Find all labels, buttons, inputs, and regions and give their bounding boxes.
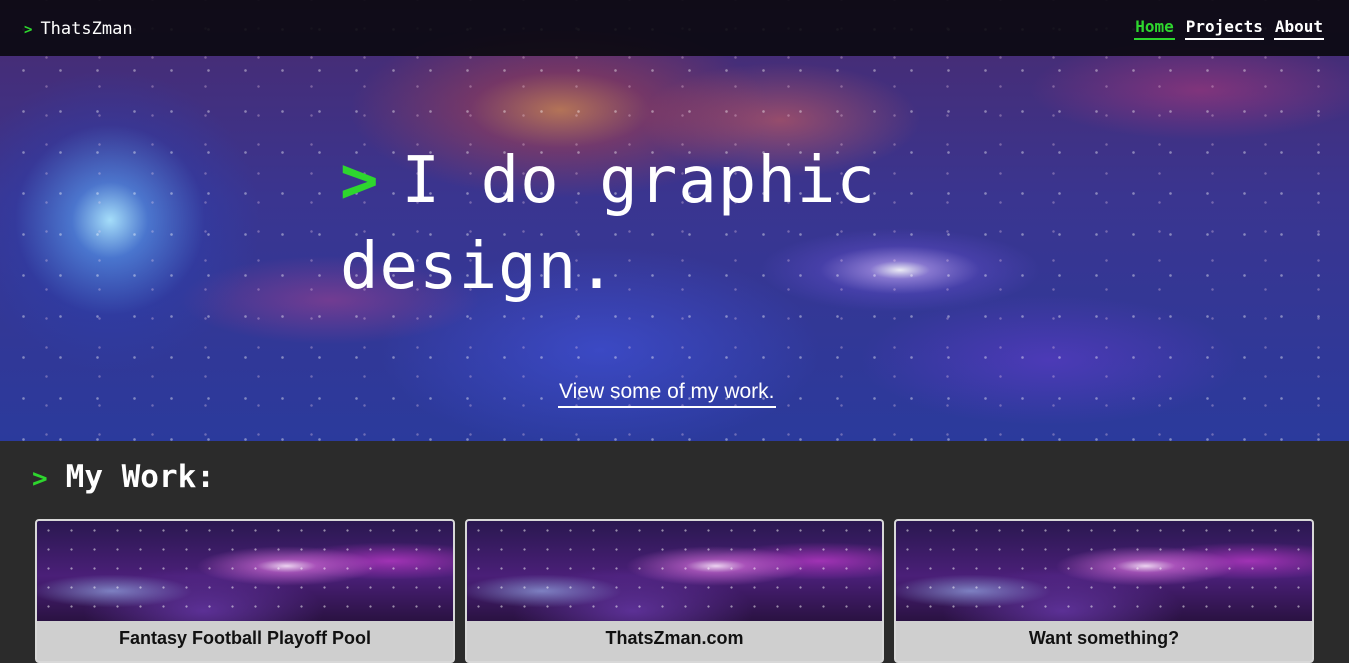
project-card-title: Want something? — [1028, 628, 1180, 648]
hero-banner: > I do graphic design. View some of my wo… — [0, 0, 1349, 441]
project-card-image — [896, 521, 1312, 621]
nav-menu: Home Projects About — [1134, 17, 1324, 40]
section-heading-my-work: > My Work: — [32, 459, 215, 495]
brand-name: ThatsZman — [40, 19, 133, 39]
nav-link-about[interactable]: About — [1273, 17, 1324, 40]
prompt-chevron-icon: > — [32, 464, 48, 494]
hero-title-text: I do graphic design. — [340, 144, 876, 304]
brand-logo[interactable]: > ThatsZman — [24, 19, 133, 39]
prompt-chevron-icon: > — [24, 22, 33, 38]
project-card-image — [467, 521, 882, 621]
project-card-title: Fantasy Football Playoff Pool — [118, 628, 372, 648]
section-heading-text: My Work: — [65, 459, 215, 495]
top-navbar: > ThatsZman Home Projects About — [0, 0, 1349, 56]
project-card[interactable]: Want something? — [894, 519, 1314, 663]
project-card[interactable]: ThatsZman.com — [465, 519, 884, 663]
project-card[interactable]: Fantasy Football Playoff Pool — [35, 519, 455, 663]
view-work-link[interactable]: View some of my work. — [558, 380, 776, 408]
hero-heading: > I do graphic design. — [340, 138, 960, 310]
nav-link-projects[interactable]: Projects — [1184, 17, 1264, 40]
project-card-image — [37, 521, 453, 621]
nav-link-home[interactable]: Home — [1134, 17, 1175, 40]
project-card-title: ThatsZman.com — [605, 628, 744, 648]
prompt-chevron-icon: > — [340, 144, 380, 218]
